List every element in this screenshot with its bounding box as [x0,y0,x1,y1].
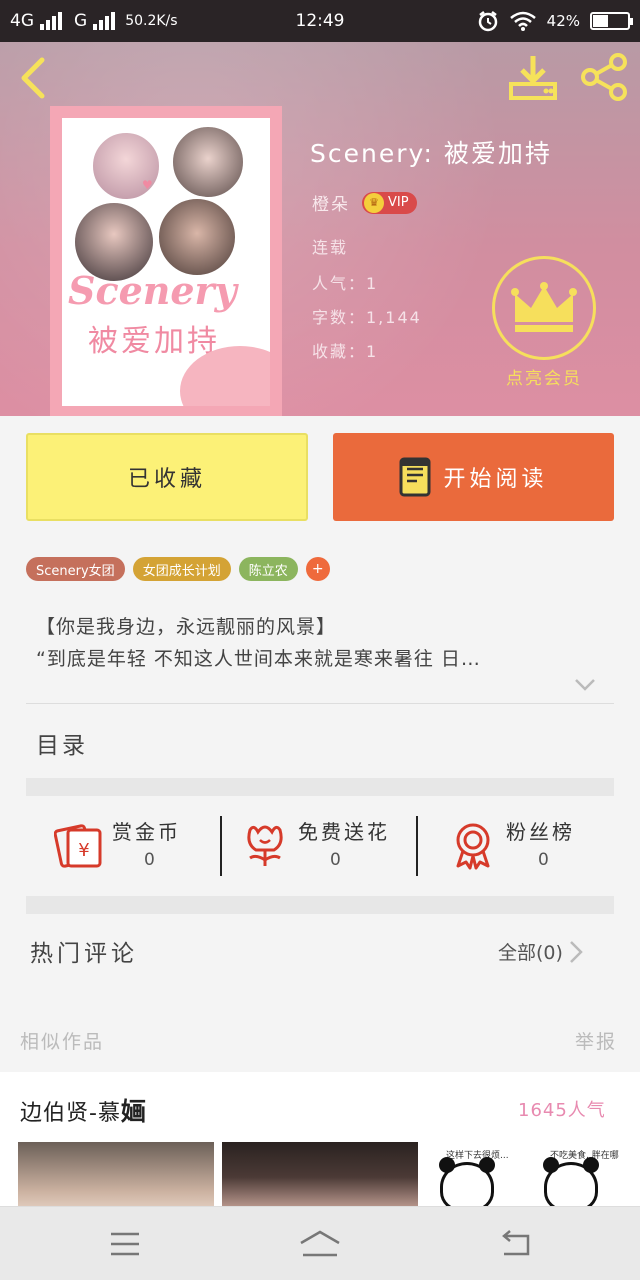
home-icon [300,1230,340,1257]
crown-icon: ♛ [364,192,384,213]
author-name[interactable]: 橙朵 [312,190,350,215]
thumbnail-image[interactable] [222,1142,418,1212]
book-header: Scenery 被爱加持 ♥ ♥ Scenery: 被爱加持 橙朵 ♛ VIP … [0,42,640,416]
status-time: 12:49 [295,11,345,31]
alarm-icon [478,11,497,32]
system-nav-bar [0,1206,640,1280]
tag[interactable]: 陈立农 [238,557,298,581]
book-cover[interactable]: Scenery 被爱加持 ♥ ♥ [50,106,282,416]
back-button[interactable] [14,56,54,100]
red-envelope-icon: ¥ [54,824,102,868]
flower-icon [247,825,283,866]
start-reading-button[interactable]: 开始阅读 [333,433,614,521]
thumbnail-image[interactable] [18,1142,214,1212]
cover-title: Scenery [68,268,237,313]
chevron-down-icon[interactable] [574,678,596,692]
cover-subtitle: 被爱加持 [88,324,220,359]
panda-meme-image [439,1157,495,1212]
fan-ranking-button[interactable]: 粉丝榜 0 [448,812,598,878]
back-arrow-icon [21,57,45,99]
heart-icon: ♥ [142,178,153,192]
return-icon [502,1230,530,1256]
panda-meme-image [543,1157,599,1212]
ribbon-badge-icon [456,823,490,870]
cover-photo [156,196,238,278]
separator [220,816,222,876]
book-popularity: 人气：1 [312,274,379,293]
book-status: 连载 [312,238,349,257]
share-icon [581,53,627,101]
stat-value: 0 [538,850,549,870]
menu-button[interactable] [103,1225,147,1263]
stat-label: 粉丝榜 [506,820,575,844]
report-link[interactable]: 举报 [575,1027,617,1054]
section-divider [26,896,614,914]
signal-icon [40,12,62,30]
stat-label: 赏金币 [112,820,181,844]
download-icon [509,56,557,100]
add-tag-button[interactable]: + [305,557,330,581]
menu-icon [111,1232,139,1256]
recommendation-title-emphasis: 婳 [120,1097,147,1126]
author-row: 橙朵 ♛ VIP [312,190,417,215]
wifi-icon [509,11,536,31]
tag-list: Scenery女团 女团成长计划 陈立农 + [26,557,330,581]
divider [26,703,614,704]
network-label: 4G [10,11,34,31]
hot-comments-title: 热门评论 [30,941,138,967]
stat-value: 0 [330,850,341,870]
download-button[interactable] [508,54,558,100]
meme-caption: 这样下去很烦... [446,1151,509,1161]
reward-coins-button[interactable]: ¥ 赏金币 0 [54,812,204,878]
status-right: 42% [477,10,633,32]
vip-label: VIP [388,195,409,210]
separator [416,816,418,876]
book-title: Scenery: 被爱加持 [310,139,552,168]
section-divider [26,778,614,796]
svg-text:¥: ¥ [78,840,89,861]
book-icon [399,457,431,497]
tag[interactable]: 女团成长计划 [132,557,231,581]
similar-works-title: 相似作品 [20,1031,105,1053]
member-button[interactable] [492,256,596,360]
recommendation-title: 边伯贤-慕婳 [20,1092,147,1128]
stat-value: 0 [144,850,155,870]
battery-icon [590,12,633,30]
member-label[interactable]: 点亮会员 [492,364,596,389]
stat-label: 免费送花 [298,820,390,844]
network-label-2: G [74,11,88,31]
recommendation-popularity: 1645人气 [518,1100,606,1121]
crown-icon [511,282,577,332]
chevron-right-icon [570,940,583,963]
recommendation-title-text: 边伯贤-慕 [20,1101,121,1126]
toc-link[interactable]: 目录 [36,726,88,760]
status-left: 4G G 50.2K/s [10,11,178,31]
cover-photo [170,124,246,200]
book-word-count: 字数：1,144 [312,308,422,327]
battery-percent: 42% [546,12,580,30]
intro-line: “到底是年轻 不知这人世间本来就是寒来暑往 日… [36,648,481,670]
network-speed: 50.2K/s [125,13,178,29]
signal-icon-2 [93,12,116,30]
all-comments-link[interactable]: 全部(0) [498,938,583,965]
tag[interactable]: Scenery女团 [26,557,125,581]
all-comments-label: 全部(0) [498,942,563,964]
collected-label: 已收藏 [127,467,206,492]
intro-line: 【你是我身边，永远靓丽的风景】 [36,616,337,638]
collected-button[interactable]: 已收藏 [26,433,308,521]
home-button[interactable] [298,1225,342,1263]
book-favorites: 收藏：1 [312,342,379,361]
recommendation-card[interactable]: 边伯贤-慕婳 1645人气 这样下去很烦... 不吃美食, 胖在哪里 [0,1072,640,1212]
start-reading-label: 开始阅读 [443,467,548,492]
back-nav-button[interactable] [493,1225,537,1263]
vip-badge: ♛ VIP [362,191,417,214]
share-button[interactable] [580,52,630,102]
send-flower-button[interactable]: 免费送花 0 [240,812,410,878]
thumbnail-image[interactable]: 这样下去很烦... 不吃美食, 胖在哪里 [426,1142,622,1212]
status-bar: 4G G 50.2K/s 12:49 42% [0,0,640,42]
